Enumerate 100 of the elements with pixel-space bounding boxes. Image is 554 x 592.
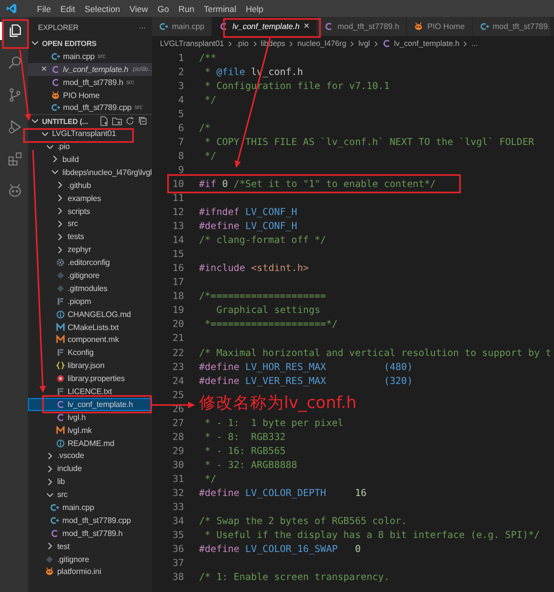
folder-item[interactable]: build bbox=[28, 153, 152, 166]
line-number: 8 bbox=[177, 150, 184, 162]
line-number: 25 bbox=[171, 390, 184, 401]
tree-item[interactable]: .gitmodules bbox=[28, 282, 152, 295]
folder-item[interactable]: lib bbox=[28, 475, 152, 488]
folder-item[interactable]: scripts bbox=[28, 204, 152, 218]
code-line: #define LV_COLOR_DEPTH 16 bbox=[199, 488, 367, 499]
code-line: #ifndef LV_CONF_H bbox=[199, 207, 298, 218]
folder-item[interactable]: .github bbox=[28, 178, 152, 192]
line-number: 12 bbox=[171, 207, 184, 218]
code-line: */ bbox=[204, 94, 216, 106]
folder-item[interactable]: src bbox=[28, 217, 152, 230]
braces-icon bbox=[56, 361, 65, 370]
chevron-icon bbox=[46, 542, 54, 550]
line-number: 11 bbox=[171, 192, 184, 204]
line-number: 31 bbox=[171, 474, 184, 485]
folder-item[interactable]: tests bbox=[28, 230, 152, 244]
tree-item[interactable]: lvgl.mk bbox=[28, 424, 152, 437]
code-line: /* clang-format off */ bbox=[199, 235, 326, 246]
tree-item[interactable]: .gitignore bbox=[28, 552, 152, 566]
close-icon[interactable]: × bbox=[304, 21, 310, 32]
code-line: /*==================== bbox=[199, 291, 326, 302]
line-number: 3 bbox=[177, 80, 184, 92]
play-bug-icon[interactable] bbox=[7, 119, 23, 135]
tree-item[interactable]: lvgl.h bbox=[28, 410, 152, 424]
menu-item[interactable]: Selection bbox=[84, 4, 120, 14]
folder-item[interactable]: test bbox=[28, 540, 152, 553]
code-line: * - 32: ARGB8888 bbox=[204, 460, 298, 471]
tree-item[interactable]: mod_tft_st7789.h bbox=[28, 526, 152, 540]
line-number: 36 bbox=[171, 544, 184, 556]
folder-item[interactable]: libdeps\nucleo_l476rg\lvgl bbox=[28, 166, 152, 179]
highlight-frame bbox=[2, 19, 29, 49]
menu-item[interactable]: Edit bbox=[60, 4, 76, 14]
editor-tab[interactable]: mod_tft_st7789. bbox=[472, 17, 550, 36]
folder-item[interactable]: examples bbox=[28, 192, 152, 205]
folder-item[interactable]: .vscode bbox=[28, 450, 152, 462]
menu-item[interactable]: Help bbox=[246, 4, 264, 14]
annotation-label: 修改名称为lv_conf.h bbox=[199, 393, 357, 413]
diamond-icon bbox=[45, 554, 54, 564]
info-icon bbox=[56, 438, 65, 448]
code-line: * COPY THIS FILE AS `lv_conf.h` NEXT TO the `lvgl` FOLDER bbox=[204, 136, 534, 148]
code-line: * - 8: RGB332 bbox=[204, 432, 286, 443]
c-plus-file-icon bbox=[50, 516, 60, 525]
tree-item[interactable]: .piopm bbox=[28, 294, 152, 308]
m-file-icon bbox=[56, 426, 65, 435]
chevron-icon bbox=[288, 40, 294, 46]
folder-item[interactable]: LVGLTransplant01 bbox=[28, 127, 152, 140]
line-number: 1 bbox=[177, 52, 184, 64]
search-icon[interactable] bbox=[7, 55, 23, 71]
menu-item[interactable]: Terminal bbox=[204, 4, 236, 14]
collapse-icon[interactable] bbox=[138, 116, 148, 126]
dot-icon bbox=[56, 374, 65, 384]
folder-item[interactable]: include bbox=[28, 462, 152, 476]
tree-item[interactable]: README.md bbox=[28, 436, 152, 450]
editor-tab[interactable]: main.cpp bbox=[152, 17, 212, 36]
close-icon[interactable]: × bbox=[41, 64, 47, 75]
tree-item[interactable]: library.properties bbox=[28, 372, 152, 386]
folder-item[interactable]: src bbox=[28, 488, 152, 502]
c-plus-file-icon bbox=[51, 52, 60, 61]
new-folder-icon[interactable] bbox=[112, 116, 122, 126]
folder-item[interactable]: .pio bbox=[28, 140, 152, 154]
c-plus-file-icon bbox=[159, 22, 168, 31]
tree-item[interactable]: platformio.ini bbox=[28, 566, 152, 578]
open-editor-item[interactable]: PIO Home bbox=[28, 88, 152, 102]
blocks-icon[interactable] bbox=[7, 151, 23, 167]
line-number: 37 bbox=[171, 558, 184, 570]
menu-item[interactable]: Run bbox=[178, 4, 194, 14]
menu-item[interactable]: View bbox=[130, 4, 148, 14]
tree-item[interactable]: .gitignore bbox=[28, 269, 152, 282]
tree-item[interactable]: LICENCE.txt bbox=[28, 385, 152, 398]
new-file-icon[interactable] bbox=[99, 116, 109, 126]
tree-item[interactable]: mod_tft_st7789.cpp bbox=[28, 514, 152, 527]
menu-item[interactable]: Go bbox=[158, 4, 169, 14]
c-file-icon bbox=[324, 22, 334, 31]
folder-item[interactable]: zephyr bbox=[28, 243, 152, 256]
code-line: /* Swap the 2 bytes of RGB565 color. bbox=[199, 516, 407, 528]
refresh-icon[interactable] bbox=[125, 116, 135, 126]
c-file-icon bbox=[382, 39, 392, 48]
tree-item[interactable]: Kconfig bbox=[28, 346, 152, 360]
tree-item[interactable]: CHANGELOG.md bbox=[28, 308, 152, 321]
tree-item[interactable]: lv_conf_template.h bbox=[28, 398, 152, 411]
files-icon[interactable] bbox=[7, 23, 23, 39]
tree-item[interactable]: component.mk bbox=[28, 333, 152, 346]
chevron-icon bbox=[252, 40, 258, 46]
tree-item[interactable]: library.json bbox=[28, 359, 152, 372]
line-number: 15 bbox=[171, 249, 184, 260]
chevron-icon bbox=[462, 40, 468, 46]
editor-tab[interactable]: mod_tft_st7789.h bbox=[317, 17, 408, 36]
menu-item[interactable]: File bbox=[37, 4, 51, 14]
editor-tab[interactable]: PIO Home bbox=[407, 17, 473, 36]
ant-head-icon bbox=[414, 22, 424, 31]
line-number: 35 bbox=[171, 530, 184, 542]
line-number: 29 bbox=[171, 446, 184, 457]
ant-head-icon[interactable] bbox=[7, 183, 23, 199]
tree-item[interactable]: CMakeLists.txt bbox=[28, 320, 152, 334]
ant-head-icon bbox=[51, 90, 60, 100]
code-line: * Useful if the display has a 8 bit interface (e.g. SPI)*/ bbox=[204, 530, 540, 542]
branch-icon[interactable] bbox=[7, 87, 23, 103]
tree-item[interactable]: main.cpp bbox=[28, 501, 152, 514]
tree-item[interactable]: .editorconfig bbox=[28, 256, 152, 270]
